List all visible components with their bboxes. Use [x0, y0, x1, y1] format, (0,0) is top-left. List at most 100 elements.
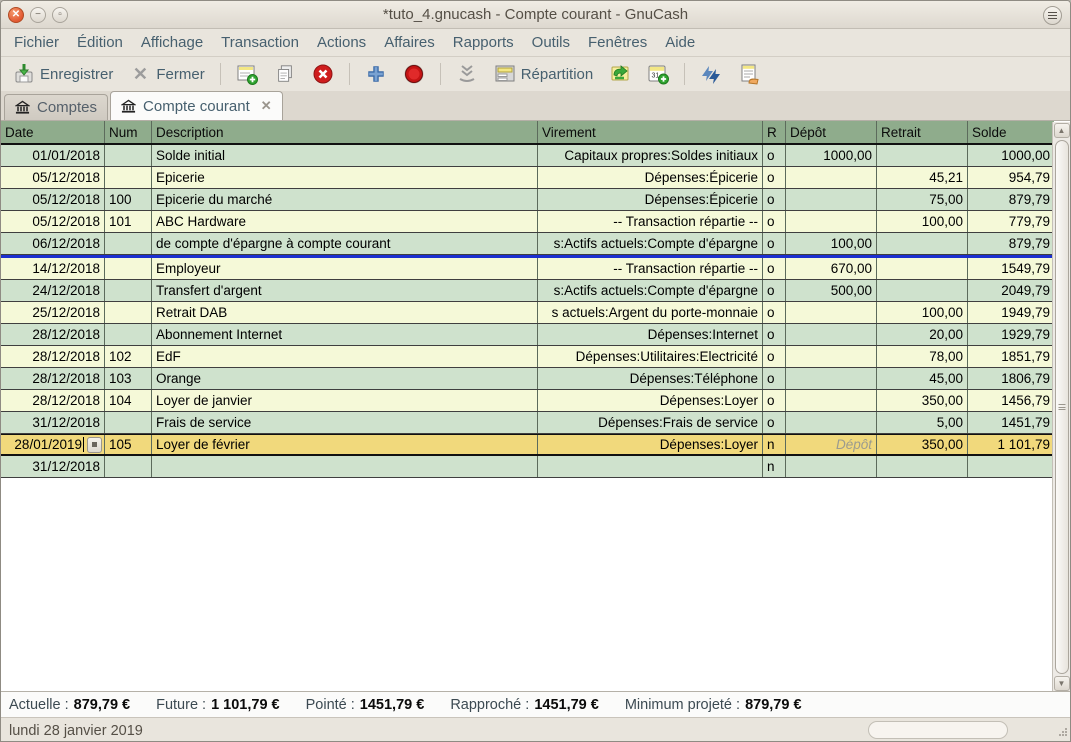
- cell-date[interactable]: 14/12/2018: [1, 258, 105, 279]
- cell-deposit[interactable]: [786, 412, 877, 433]
- hamburger-menu-icon[interactable]: [1043, 6, 1062, 25]
- cell-r[interactable]: o: [763, 280, 786, 301]
- cell-r[interactable]: n: [763, 435, 786, 454]
- cell-withdrawal[interactable]: [877, 258, 968, 279]
- cell-transfer[interactable]: Capitaux propres:Soldes initiaux: [538, 145, 763, 166]
- register-row[interactable]: 28/01/2019105Loyer de févrierDépenses:Lo…: [1, 434, 1054, 456]
- menu-affaires[interactable]: Affaires: [375, 31, 444, 54]
- register-row[interactable]: 25/12/2018Retrait DABs actuels:Argent du…: [1, 302, 1054, 324]
- cell-num[interactable]: 102: [105, 346, 152, 367]
- register-row[interactable]: 28/12/2018 Abonnement InternetDépenses:In…: [1, 324, 1054, 346]
- cell-num[interactable]: 100: [105, 189, 152, 210]
- cell-date[interactable]: 28/01/2019: [1, 435, 105, 454]
- cell-num[interactable]: [105, 145, 152, 166]
- cell-date[interactable]: 28/12/2018: [1, 390, 105, 411]
- cell-deposit[interactable]: 100,00: [786, 233, 877, 254]
- menu-aide[interactable]: Aide: [656, 31, 704, 54]
- cell-r[interactable]: n: [763, 456, 786, 477]
- cell-r[interactable]: o: [763, 258, 786, 279]
- register-row[interactable]: 05/12/2018100Epicerie du marchéDépenses:…: [1, 189, 1054, 211]
- cell-balance[interactable]: 1851,79: [968, 346, 1054, 367]
- column-header-date[interactable]: Date: [1, 121, 105, 143]
- copy-transaction-button[interactable]: [268, 60, 302, 88]
- cell-transfer[interactable]: s:Actifs actuels:Compte d'épargne: [538, 280, 763, 301]
- cell-deposit[interactable]: Dépôt: [786, 435, 877, 454]
- cell-r[interactable]: o: [763, 412, 786, 433]
- cell-num[interactable]: [105, 302, 152, 323]
- cell-r[interactable]: o: [763, 346, 786, 367]
- cell-deposit[interactable]: [786, 368, 877, 389]
- menu-edition[interactable]: Édition: [68, 31, 132, 54]
- transfer-button[interactable]: [603, 60, 637, 88]
- blank-transaction-button[interactable]: [450, 60, 484, 88]
- cell-transfer[interactable]: s actuels:Argent du porte-monnaie: [538, 302, 763, 323]
- cell-deposit[interactable]: [786, 324, 877, 345]
- cell-withdrawal[interactable]: 100,00: [877, 211, 968, 232]
- column-header-retrait[interactable]: Retrait: [877, 121, 968, 143]
- cell-num[interactable]: [105, 324, 152, 345]
- cell-deposit[interactable]: [786, 189, 877, 210]
- cell-transfer[interactable]: Dépenses:Épicerie: [538, 189, 763, 210]
- menu-fichier[interactable]: Fichier: [5, 31, 68, 54]
- cell-desc[interactable]: Epicerie du marché: [152, 189, 538, 210]
- cell-desc[interactable]: Employeur: [152, 258, 538, 279]
- cell-deposit[interactable]: [786, 390, 877, 411]
- cell-r[interactable]: o: [763, 368, 786, 389]
- tab-comptes[interactable]: Comptes: [4, 94, 108, 120]
- cancel-transaction-button[interactable]: [397, 60, 431, 88]
- cell-transfer[interactable]: Dépenses:Loyer: [538, 435, 763, 454]
- cell-transfer[interactable]: Dépenses:Loyer: [538, 390, 763, 411]
- cell-transfer[interactable]: Dépenses:Téléphone: [538, 368, 763, 389]
- cell-withdrawal[interactable]: [877, 145, 968, 166]
- cell-transfer[interactable]: [538, 456, 763, 477]
- cell-balance[interactable]: 1451,79: [968, 412, 1054, 433]
- cell-withdrawal[interactable]: 100,00: [877, 302, 968, 323]
- date-picker-button[interactable]: [87, 437, 102, 453]
- cell-balance[interactable]: 1000,00: [968, 145, 1054, 166]
- cell-balance[interactable]: 1549,79: [968, 258, 1054, 279]
- cell-transfer[interactable]: Dépenses:Utilitaires:Electricité: [538, 346, 763, 367]
- cell-date[interactable]: 28/12/2018: [1, 324, 105, 345]
- cell-num[interactable]: [105, 456, 152, 477]
- cell-date[interactable]: 31/12/2018: [1, 412, 105, 433]
- cell-transfer[interactable]: Dépenses:Épicerie: [538, 167, 763, 188]
- cell-deposit[interactable]: [786, 167, 877, 188]
- close-tab-button[interactable]: ✕ Fermer: [123, 60, 210, 88]
- menu-affichage[interactable]: Affichage: [132, 31, 212, 54]
- cell-num[interactable]: [105, 280, 152, 301]
- cell-date[interactable]: 01/01/2018: [1, 145, 105, 166]
- cell-transfer[interactable]: Dépenses:Internet: [538, 324, 763, 345]
- cell-num[interactable]: 101: [105, 211, 152, 232]
- cell-desc[interactable]: Abonnement Internet: [152, 324, 538, 345]
- cell-desc[interactable]: Loyer de janvier: [152, 390, 538, 411]
- tab-close-icon[interactable]: ✕: [261, 98, 272, 114]
- cell-num[interactable]: [105, 167, 152, 188]
- cell-balance[interactable]: 879,79: [968, 233, 1054, 254]
- cell-num[interactable]: 104: [105, 390, 152, 411]
- cell-date[interactable]: 06/12/2018: [1, 233, 105, 254]
- cell-balance[interactable]: 1949,79: [968, 302, 1054, 323]
- register-row[interactable]: 28/12/2018103OrangeDépenses:Téléphoneo45…: [1, 368, 1054, 390]
- cell-balance[interactable]: 1 101,79: [968, 435, 1054, 454]
- cell-withdrawal[interactable]: 5,00: [877, 412, 968, 433]
- cell-withdrawal[interactable]: 75,00: [877, 189, 968, 210]
- resize-grip[interactable]: [1057, 725, 1068, 741]
- column-header-num[interactable]: Num: [105, 121, 152, 143]
- cell-date[interactable]: 25/12/2018: [1, 302, 105, 323]
- cell-withdrawal[interactable]: 45,00: [877, 368, 968, 389]
- cell-date[interactable]: 24/12/2018: [1, 280, 105, 301]
- cell-date[interactable]: 28/12/2018: [1, 346, 105, 367]
- window-minimize-button[interactable]: −: [30, 7, 46, 23]
- cell-balance[interactable]: 779,79: [968, 211, 1054, 232]
- cell-num[interactable]: [105, 258, 152, 279]
- cell-desc[interactable]: Epicerie: [152, 167, 538, 188]
- register-row[interactable]: 01/01/2018Solde initialCapitaux propres:…: [1, 145, 1054, 167]
- cell-transfer[interactable]: Dépenses:Frais de service: [538, 412, 763, 433]
- menu-fenetres[interactable]: Fenêtres: [579, 31, 656, 54]
- column-header-r[interactable]: R: [763, 121, 786, 143]
- cell-num[interactable]: [105, 233, 152, 254]
- scrollbar-thumb[interactable]: [1055, 140, 1069, 674]
- cell-num[interactable]: 103: [105, 368, 152, 389]
- duplicate-transaction-button[interactable]: [230, 60, 264, 88]
- cell-r[interactable]: o: [763, 189, 786, 210]
